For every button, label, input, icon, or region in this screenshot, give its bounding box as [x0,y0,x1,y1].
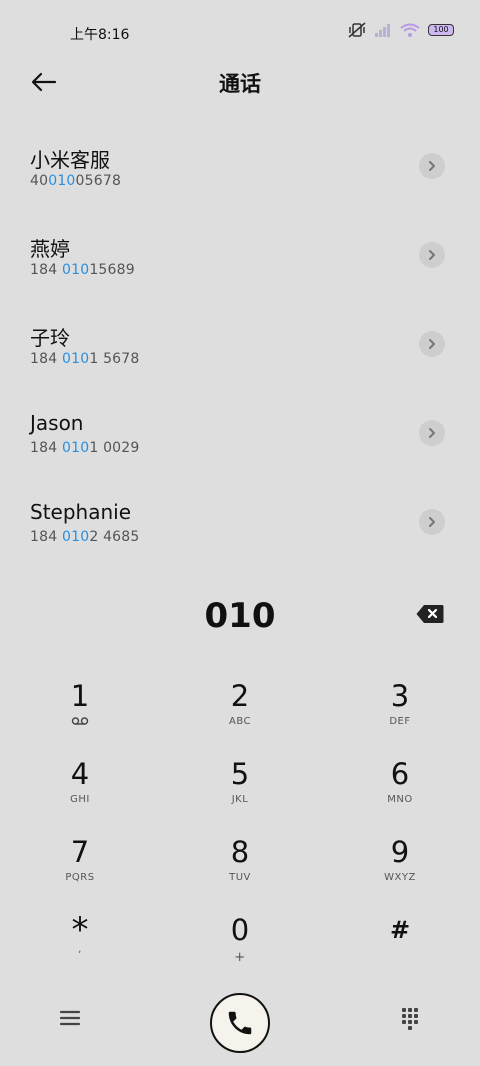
key-digit: 7 [70,835,90,869]
status-bar: 上午8:16 100 [0,0,480,66]
dialpad-toggle-button[interactable] [396,1004,424,1032]
chevron-right-icon [429,339,435,349]
contact-result-item[interactable]: 燕婷 184 01015689 [0,209,480,298]
key-letters: TUV [229,872,251,883]
number-match-highlight: 010 [61,529,90,545]
chevron-right-icon [429,161,435,171]
key-digit: 5 [230,757,250,791]
key-digit: # [389,916,411,944]
key-0[interactable]: 0 + [180,912,300,982]
backspace-button[interactable] [416,604,446,626]
contact-number: 184 01015689 [30,262,135,278]
key-digit: 8 [230,835,250,869]
contact-details-button[interactable] [419,153,445,179]
contact-name: Stephanie [30,500,132,524]
contact-number: 184 0102 4685 [30,529,140,545]
key-1[interactable]: 1 [20,678,140,748]
number-match-highlight: 010 [61,440,90,456]
contact-details-button[interactable] [419,242,445,268]
key-4[interactable]: 4 GHI [20,756,140,826]
contact-result-item[interactable]: 小米客服 4001005678 [0,120,480,209]
page-title: 通话 [219,72,261,96]
key-letters: , [78,944,82,955]
dialed-digits: 010 [204,596,276,636]
signal-icon [375,24,390,37]
key-digit: 1 [70,679,90,713]
contact-name: 小米客服 [30,148,110,172]
voicemail-icon [20,716,140,730]
contact-result-item[interactable]: Stephanie 184 0102 4685 [0,476,480,565]
contact-result-item[interactable]: Jason 184 0101 0029 [0,387,480,476]
dialpad-icon [402,1008,418,1030]
key-3[interactable]: 3 DEF [340,678,460,748]
battery-indicator: 100 [428,24,454,36]
chevron-right-icon [429,517,435,527]
contact-number: 184 0101 5678 [30,351,140,367]
status-time: 上午8:16 [70,27,130,43]
key-digit: * [71,910,89,950]
contact-name: Jason [30,411,84,435]
key-letters: GHI [70,794,90,805]
key-hash[interactable]: # [340,912,460,982]
dialed-number-display: 010 [0,592,480,642]
phone-icon [228,1011,252,1035]
contact-details-button[interactable] [419,420,445,446]
number-match-highlight: 010 [61,262,90,278]
key-letters: + [234,950,246,965]
key-digit: 6 [390,757,410,791]
number-match-highlight: 010 [48,173,76,189]
chevron-right-icon [429,250,435,260]
contact-details-button[interactable] [419,509,445,535]
status-icons: 100 [348,22,454,38]
key-letters: PQRS [65,872,95,883]
contact-number: 184 0101 0029 [30,440,140,456]
key-digit: 0 [230,913,250,947]
key-digit: 4 [70,757,90,791]
backspace-icon [416,605,444,623]
key-digit: 3 [390,679,410,713]
key-star[interactable]: * , [20,912,140,982]
key-7[interactable]: 7 PQRS [20,834,140,904]
menu-icon [59,1010,81,1026]
key-6[interactable]: 6 MNO [340,756,460,826]
key-9[interactable]: 9 WXYZ [340,834,460,904]
contact-name: 燕婷 [30,237,70,261]
key-letters: WXYZ [384,872,416,883]
number-match-highlight: 010 [61,351,90,367]
key-8[interactable]: 8 TUV [180,834,300,904]
key-digit: 9 [390,835,410,869]
contact-name: 子玲 [30,326,70,350]
contact-result-item[interactable]: 子玲 184 0101 5678 [0,298,480,387]
chevron-right-icon [429,428,435,438]
key-letters [340,950,460,964]
contact-details-button[interactable] [419,331,445,357]
key-digit: 2 [230,679,250,713]
contact-number: 4001005678 [30,173,122,189]
contact-results-list: 小米客服 4001005678 燕婷 184 01015689 子玲 184 0… [0,120,480,565]
vibrate-icon [348,22,366,38]
bottom-action-bar [0,990,480,1053]
key-5[interactable]: 5 JKL [180,756,300,826]
key-letters: JKL [231,794,249,805]
key-letters: ABC [228,716,251,727]
key-letters: MNO [387,794,413,805]
menu-button[interactable] [56,1004,84,1032]
key-letters: DEF [389,716,411,727]
header: 通话 [0,60,480,104]
wifi-icon [400,23,420,37]
key-2[interactable]: 2 ABC [180,678,300,748]
call-button[interactable] [210,993,270,1053]
